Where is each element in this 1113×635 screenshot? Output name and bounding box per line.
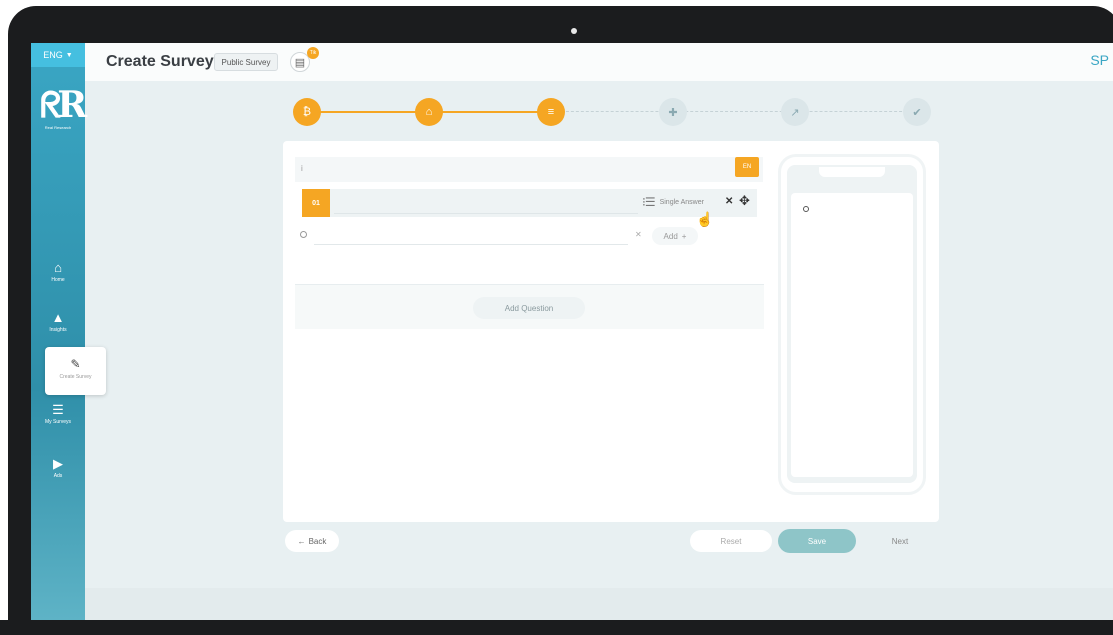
phone-screen bbox=[791, 193, 913, 477]
question-row: 01 ⁝☰ Single Answer ✕ ✥ bbox=[302, 189, 757, 217]
sidebar-item-label: Ads bbox=[53, 473, 63, 479]
next-button[interactable]: Next bbox=[873, 530, 927, 552]
sidebar-item-create-survey[interactable]: ✎ Create Survey bbox=[45, 347, 106, 395]
list-icon: ☰ bbox=[52, 402, 64, 417]
footer-band bbox=[85, 588, 1113, 620]
logo-brand: Real Research bbox=[44, 125, 72, 130]
camera-dot bbox=[571, 28, 577, 34]
sidebar-item-label: My Surveys bbox=[44, 419, 72, 425]
mouse-pointer-icon: ☝ bbox=[696, 211, 714, 227]
step-1-coin-icon[interactable]: ₿ bbox=[293, 98, 321, 126]
chart-icon: ▲ bbox=[51, 310, 65, 325]
top-header: Create Survey Public Survey ▤ Tik SP bbox=[85, 43, 1113, 81]
avatar[interactable]: SP bbox=[1090, 52, 1109, 68]
back-label: Back bbox=[308, 536, 327, 546]
logo-mark-icon: ᖇR bbox=[40, 84, 87, 126]
arrow-left-icon: ← bbox=[297, 536, 306, 546]
sidebar-item-insights[interactable]: ▲ Insights bbox=[31, 310, 85, 334]
sidebar-item-label: Home bbox=[51, 277, 65, 283]
stepper-line-todo bbox=[551, 111, 917, 112]
language-tag[interactable]: EN bbox=[735, 157, 759, 177]
answer-option-row: ✕ Add + bbox=[300, 227, 700, 247]
sidebar-item-label: Create Survey bbox=[59, 374, 92, 380]
language-label: ENG bbox=[43, 50, 63, 60]
document-icon: ▤ bbox=[294, 56, 306, 69]
survey-type-badge[interactable]: Public Survey bbox=[214, 53, 278, 71]
question-number: 01 bbox=[302, 189, 330, 217]
language-selector[interactable]: ENG ▼ bbox=[31, 43, 85, 67]
sidebar-item-ads[interactable]: ▶ Ads bbox=[31, 456, 85, 480]
question-type-selector[interactable]: ⁝☰ Single Answer bbox=[642, 195, 704, 209]
step-3-list-icon[interactable]: ≡ bbox=[537, 98, 565, 126]
move-icon[interactable]: ✥ bbox=[739, 193, 750, 209]
home-icon: ⌂ bbox=[54, 260, 62, 275]
reset-button[interactable]: Reset bbox=[690, 530, 772, 552]
save-button[interactable]: Save bbox=[778, 529, 856, 553]
radio-list-icon: ⁝☰ bbox=[642, 195, 656, 209]
add-option-button[interactable]: Add + bbox=[652, 227, 698, 245]
notification-badge: Tik bbox=[307, 47, 319, 59]
app-screen: ENG ▼ ᖇR Real Research ⌂ Home ▲ Insights… bbox=[31, 43, 1113, 620]
add-question-area: Add Question bbox=[295, 285, 764, 329]
step-5-trend-icon[interactable]: ↗ bbox=[781, 98, 809, 126]
back-button[interactable]: ← Back bbox=[285, 530, 339, 552]
add-question-button[interactable]: Add Question bbox=[473, 297, 585, 319]
sidebar-item-label: Insights bbox=[49, 327, 67, 333]
add-option-label: Add bbox=[663, 231, 678, 241]
survey-editor-card: i EN 01 ⁝☰ Single Answer ✕ ✥ ✕ Add + ☝ A… bbox=[283, 141, 939, 522]
survey-title-bar[interactable]: i bbox=[295, 157, 763, 182]
preview-radio-icon bbox=[803, 206, 809, 212]
pencil-icon: ✎ bbox=[70, 357, 81, 371]
plus-icon: + bbox=[681, 231, 687, 241]
step-2-bank-icon[interactable]: ⌂ bbox=[415, 98, 443, 126]
page-title: Create Survey bbox=[106, 53, 214, 70]
delete-question-icon[interactable]: ✕ bbox=[725, 196, 733, 207]
step-4-puzzle-icon[interactable]: ✚ bbox=[659, 98, 687, 126]
laptop-base bbox=[0, 620, 1113, 635]
step-6-check-icon[interactable]: ✔ bbox=[903, 98, 931, 126]
question-text-input[interactable] bbox=[334, 192, 638, 214]
phone-body bbox=[787, 165, 917, 483]
sidebar-item-home[interactable]: ⌂ Home bbox=[31, 260, 85, 284]
answer-option-input[interactable] bbox=[314, 229, 628, 245]
radio-icon bbox=[300, 231, 307, 238]
info-icon: i bbox=[301, 164, 303, 173]
remove-option-icon[interactable]: ✕ bbox=[635, 230, 642, 239]
phone-notch bbox=[819, 167, 885, 177]
caret-down-icon: ▼ bbox=[65, 51, 73, 59]
logo[interactable]: ᖇR Real Research bbox=[40, 84, 87, 139]
sidebar: ENG ▼ ᖇR Real Research ⌂ Home ▲ Insights… bbox=[31, 43, 87, 620]
sidebar-item-my-surveys[interactable]: ☰ My Surveys bbox=[31, 402, 85, 426]
phone-preview bbox=[778, 154, 926, 495]
play-icon: ▶ bbox=[53, 456, 63, 471]
question-type-label: Single Answer bbox=[659, 198, 704, 206]
